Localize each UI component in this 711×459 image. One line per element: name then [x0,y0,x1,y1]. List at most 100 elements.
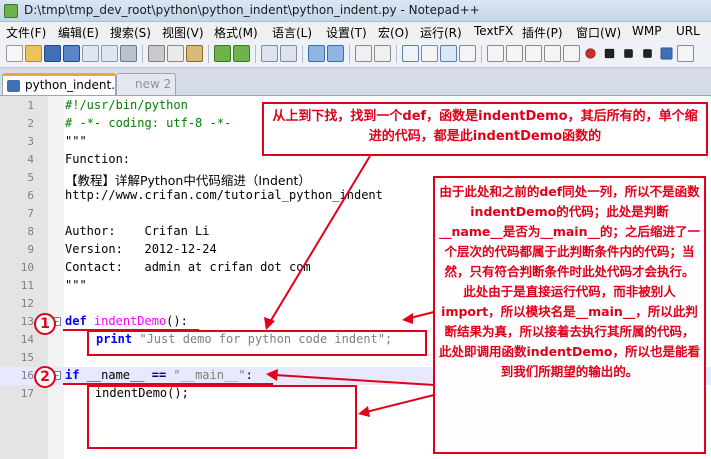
line-number: 6 [27,189,34,202]
paste-icon[interactable] [186,45,203,62]
step-1-badge: 1 [34,313,56,335]
def-underline [63,329,199,331]
line-number: 11 [20,279,34,292]
macro-save-disk-icon [660,47,673,60]
code-text: http://www.crifan.com/tutorial_python_in… [65,188,383,202]
sync-v-icon[interactable] [355,45,372,62]
code-text: # -*- coding: utf-8 -*- [65,116,232,130]
open-icon[interactable] [25,45,42,62]
code-text: Version: 2012-12-24 [65,242,217,256]
keyword-def: def [65,314,87,328]
save-macro-icon[interactable] [563,45,580,62]
tab-python-indent[interactable]: python_indent.py [2,73,130,95]
string-literal: "__main__" [173,368,246,382]
zoom-in-icon[interactable] [308,45,325,62]
line-number: 15 [20,351,34,364]
new-icon[interactable] [6,45,23,62]
line-number: 13 [20,315,34,328]
print-block-highlight [87,330,427,356]
tab-new-2[interactable]: new 2 [116,73,176,95]
keyword-if: if [65,368,80,382]
if-underline [63,383,273,385]
toolbar [0,40,711,68]
menu-url[interactable]: URL [676,24,700,38]
copy-icon[interactable] [167,45,184,62]
step-2-badge: 2 [34,366,56,388]
line-number: 7 [27,207,34,220]
menu-language[interactable]: 语言(L) [272,24,312,41]
operator: == [151,368,167,382]
tab-bar: python_indent.py new 2 [0,69,711,95]
code-text: Author: Crifan Li [65,224,210,238]
line-number: 2 [27,117,34,130]
close-all-icon[interactable] [101,45,118,62]
menu-run[interactable]: 运行(R) [420,24,462,41]
notepad-app-icon [4,4,18,18]
code-text: (): [166,314,188,328]
def-explanation-callout: 从上到下找，找到一个def，函数是indentDemo，其后所有的，单个缩进的代… [262,102,708,156]
if-main-explanation-callout: 由于此处和之前的def同处一列，所以不是函数indentDemo的代码；此处是判… [433,176,706,454]
all-chars-icon[interactable] [421,45,438,62]
menu-window[interactable]: 窗口(W) [576,24,621,41]
play-triangle-icon [624,49,633,58]
code-text: __name__ [86,368,145,382]
title-bar: D:\tmp\tmp_dev_root\python\python_indent… [0,0,711,22]
code-text: """ [65,278,87,292]
undo-icon[interactable] [214,45,231,62]
line-number: 14 [20,333,34,346]
code-text: #!/usr/bin/python [65,98,188,112]
doc-map-icon[interactable] [459,45,476,62]
close-icon[interactable] [82,45,99,62]
menu-plugins[interactable]: 插件(P) [522,24,563,41]
code-text: Contact: admin at crifan dot com [65,260,311,274]
find-icon[interactable] [261,45,278,62]
abc-spell-icon[interactable] [677,45,694,62]
menu-view[interactable]: 视图(V) [162,24,204,41]
tab-label: new 2 [135,77,172,91]
code-text: """ [65,134,87,148]
line-number: 17 [20,387,34,400]
line-number: 9 [27,243,34,256]
zoom-out-icon[interactable] [327,45,344,62]
menu-edit[interactable]: 编辑(E) [58,24,99,41]
wrap-icon[interactable] [402,45,419,62]
line-number: 16 [20,369,34,382]
print-icon[interactable] [120,45,137,62]
play-macro-icon[interactable] [525,45,542,62]
replace-icon[interactable] [280,45,297,62]
line-number: 1 [27,99,34,112]
code-text: Function: [65,152,131,166]
line-number: 5 [27,171,34,184]
line-number: 4 [27,153,34,166]
fast-forward-icon [643,49,652,58]
menu-settings[interactable]: 设置(T) [326,24,367,41]
call-block-highlight [87,385,357,449]
line-number: 12 [20,297,34,310]
menu-macro[interactable]: 宏(O) [378,24,409,41]
menu-file[interactable]: 文件(F) [6,24,46,41]
save-icon[interactable] [44,45,61,62]
window-title: D:\tmp\tmp_dev_root\python\python_indent… [24,3,480,17]
cut-icon[interactable] [148,45,165,62]
menu-format[interactable]: 格式(M) [214,24,258,41]
sync-h-icon[interactable] [374,45,391,62]
menu-bar: 文件(F) 编辑(E) 搜索(S) 视图(V) 格式(M) 语言(L) 设置(T… [0,22,711,40]
line-number: 10 [20,261,34,274]
menu-search[interactable]: 搜索(S) [110,24,151,41]
redo-icon[interactable] [233,45,250,62]
menu-wmp[interactable]: WMP [632,24,661,38]
save-disk-icon [7,80,20,92]
record-dot-icon [585,48,596,59]
indent-guide-icon[interactable] [440,45,457,62]
stop-macro-icon[interactable] [506,45,523,62]
save-all-icon[interactable] [63,45,80,62]
tab-label: python_indent.py [25,78,130,92]
code-text: : [245,368,253,382]
record-macro-icon[interactable] [487,45,504,62]
function-name: indentDemo [93,314,167,328]
run-macro-icon[interactable] [544,45,561,62]
line-number: 8 [27,225,34,238]
line-number: 3 [27,135,34,148]
stop-square-icon [604,48,615,59]
menu-textfx[interactable]: TextFX [474,24,513,38]
